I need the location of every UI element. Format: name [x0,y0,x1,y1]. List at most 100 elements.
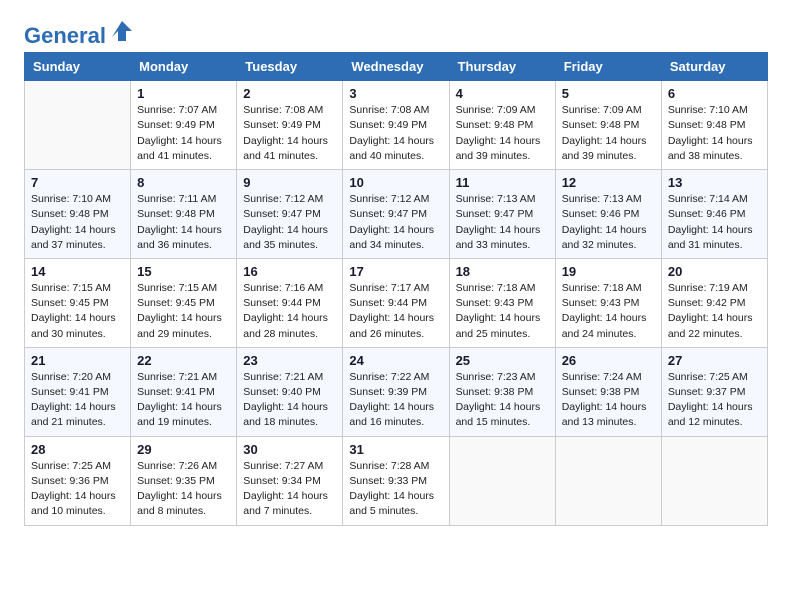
calendar-cell [25,81,131,170]
calendar-cell: 16 Sunrise: 7:16 AM Sunset: 9:44 PM Dayli… [237,258,343,347]
calendar-cell: 12 Sunrise: 7:13 AM Sunset: 9:46 PM Dayli… [555,170,661,259]
calendar-cell: 23 Sunrise: 7:21 AM Sunset: 9:40 PM Dayli… [237,347,343,436]
calendar-cell: 24 Sunrise: 7:22 AM Sunset: 9:39 PM Dayli… [343,347,449,436]
day-info: Sunrise: 7:13 AM Sunset: 9:46 PM Dayligh… [562,192,655,253]
day-number: 27 [668,353,761,368]
day-info: Sunrise: 7:19 AM Sunset: 9:42 PM Dayligh… [668,281,761,342]
weekday-header-saturday: Saturday [661,53,767,81]
day-info: Sunrise: 7:22 AM Sunset: 9:39 PM Dayligh… [349,370,442,431]
calendar-cell: 26Sunrise: 7:24 AM Sunset: 9:38 PM Dayli… [555,347,661,436]
day-number: 3 [349,86,442,101]
calendar-week-5: 28 Sunrise: 7:25 AM Sunset: 9:36 PM Dayli… [25,436,768,525]
calendar-week-4: 21 Sunrise: 7:20 AM Sunset: 9:41 PM Dayli… [25,347,768,436]
day-number: 30 [243,442,336,457]
calendar-cell: 9Sunrise: 7:12 AM Sunset: 9:47 PM Daylig… [237,170,343,259]
day-number: 17 [349,264,442,279]
day-number: 6 [668,86,761,101]
day-number: 25 [456,353,549,368]
day-info: Sunrise: 7:10 AM Sunset: 9:48 PM Dayligh… [31,192,124,253]
day-info: Sunrise: 7:15 AM Sunset: 9:45 PM Dayligh… [137,281,230,342]
calendar-cell: 8 Sunrise: 7:11 AM Sunset: 9:48 PM Daylig… [131,170,237,259]
day-number: 7 [31,175,124,190]
calendar-cell: 27 Sunrise: 7:25 AM Sunset: 9:37 PM Dayli… [661,347,767,436]
day-number: 12 [562,175,655,190]
calendar-cell: 30 Sunrise: 7:27 AM Sunset: 9:34 PM Dayli… [237,436,343,525]
day-number: 4 [456,86,549,101]
day-info: Sunrise: 7:14 AM Sunset: 9:46 PM Dayligh… [668,192,761,253]
day-info: Sunrise: 7:21 AM Sunset: 9:40 PM Dayligh… [243,370,336,431]
day-number: 13 [668,175,761,190]
day-info: Sunrise: 7:08 AM Sunset: 9:49 PM Dayligh… [349,103,442,164]
calendar-cell: 6Sunrise: 7:10 AM Sunset: 9:48 PM Daylig… [661,81,767,170]
day-info: Sunrise: 7:16 AM Sunset: 9:44 PM Dayligh… [243,281,336,342]
day-number: 15 [137,264,230,279]
calendar-cell [661,436,767,525]
calendar-week-2: 7 Sunrise: 7:10 AM Sunset: 9:48 PM Daylig… [25,170,768,259]
calendar-cell: 11 Sunrise: 7:13 AM Sunset: 9:47 PM Dayli… [449,170,555,259]
calendar-cell: 14 Sunrise: 7:15 AM Sunset: 9:45 PM Dayli… [25,258,131,347]
day-number: 14 [31,264,124,279]
calendar-cell: 7 Sunrise: 7:10 AM Sunset: 9:48 PM Daylig… [25,170,131,259]
weekday-header-monday: Monday [131,53,237,81]
calendar-cell: 3 Sunrise: 7:08 AM Sunset: 9:49 PM Daylig… [343,81,449,170]
day-info: Sunrise: 7:11 AM Sunset: 9:48 PM Dayligh… [137,192,230,253]
day-info: Sunrise: 7:15 AM Sunset: 9:45 PM Dayligh… [31,281,124,342]
day-number: 1 [137,86,230,101]
calendar-week-3: 14 Sunrise: 7:15 AM Sunset: 9:45 PM Dayli… [25,258,768,347]
calendar-cell: 25 Sunrise: 7:23 AM Sunset: 9:38 PM Dayli… [449,347,555,436]
calendar-cell: 2Sunrise: 7:08 AM Sunset: 9:49 PM Daylig… [237,81,343,170]
logo-icon [108,17,136,45]
day-number: 11 [456,175,549,190]
day-info: Sunrise: 7:07 AM Sunset: 9:49 PM Dayligh… [137,103,230,164]
page-header: General [24,20,768,44]
day-info: Sunrise: 7:25 AM Sunset: 9:37 PM Dayligh… [668,370,761,431]
calendar-cell: 17 Sunrise: 7:17 AM Sunset: 9:44 PM Dayli… [343,258,449,347]
day-info: Sunrise: 7:28 AM Sunset: 9:33 PM Dayligh… [349,459,442,520]
calendar-cell [449,436,555,525]
day-info: Sunrise: 7:23 AM Sunset: 9:38 PM Dayligh… [456,370,549,431]
calendar-cell: 28 Sunrise: 7:25 AM Sunset: 9:36 PM Dayli… [25,436,131,525]
day-number: 10 [349,175,442,190]
day-number: 16 [243,264,336,279]
calendar-cell: 1 Sunrise: 7:07 AM Sunset: 9:49 PM Daylig… [131,81,237,170]
day-info: Sunrise: 7:13 AM Sunset: 9:47 PM Dayligh… [456,192,549,253]
calendar-table: SundayMondayTuesdayWednesdayThursdayFrid… [24,52,768,525]
day-number: 22 [137,353,230,368]
day-info: Sunrise: 7:09 AM Sunset: 9:48 PM Dayligh… [562,103,655,164]
day-info: Sunrise: 7:08 AM Sunset: 9:49 PM Dayligh… [243,103,336,164]
calendar-cell: 29Sunrise: 7:26 AM Sunset: 9:35 PM Dayli… [131,436,237,525]
day-number: 19 [562,264,655,279]
calendar-cell: 18Sunrise: 7:18 AM Sunset: 9:43 PM Dayli… [449,258,555,347]
day-number: 28 [31,442,124,457]
day-info: Sunrise: 7:17 AM Sunset: 9:44 PM Dayligh… [349,281,442,342]
calendar-cell: 4 Sunrise: 7:09 AM Sunset: 9:48 PM Daylig… [449,81,555,170]
day-number: 20 [668,264,761,279]
day-number: 5 [562,86,655,101]
calendar-week-1: 1 Sunrise: 7:07 AM Sunset: 9:49 PM Daylig… [25,81,768,170]
day-number: 24 [349,353,442,368]
day-info: Sunrise: 7:27 AM Sunset: 9:34 PM Dayligh… [243,459,336,520]
logo-text: General [24,24,106,48]
calendar-cell: 5 Sunrise: 7:09 AM Sunset: 9:48 PM Daylig… [555,81,661,170]
day-number: 8 [137,175,230,190]
day-info: Sunrise: 7:24 AM Sunset: 9:38 PM Dayligh… [562,370,655,431]
weekday-header-friday: Friday [555,53,661,81]
day-info: Sunrise: 7:18 AM Sunset: 9:43 PM Dayligh… [562,281,655,342]
day-info: Sunrise: 7:12 AM Sunset: 9:47 PM Dayligh… [349,192,442,253]
day-number: 21 [31,353,124,368]
calendar-header-row: SundayMondayTuesdayWednesdayThursdayFrid… [25,53,768,81]
day-info: Sunrise: 7:25 AM Sunset: 9:36 PM Dayligh… [31,459,124,520]
day-number: 23 [243,353,336,368]
day-info: Sunrise: 7:12 AM Sunset: 9:47 PM Dayligh… [243,192,336,253]
calendar-cell: 19 Sunrise: 7:18 AM Sunset: 9:43 PM Dayli… [555,258,661,347]
calendar-cell: 22 Sunrise: 7:21 AM Sunset: 9:41 PM Dayli… [131,347,237,436]
day-info: Sunrise: 7:21 AM Sunset: 9:41 PM Dayligh… [137,370,230,431]
weekday-header-wednesday: Wednesday [343,53,449,81]
calendar-cell: 20 Sunrise: 7:19 AM Sunset: 9:42 PM Dayli… [661,258,767,347]
day-number: 18 [456,264,549,279]
logo: General [24,24,136,44]
day-number: 31 [349,442,442,457]
day-info: Sunrise: 7:20 AM Sunset: 9:41 PM Dayligh… [31,370,124,431]
day-info: Sunrise: 7:09 AM Sunset: 9:48 PM Dayligh… [456,103,549,164]
weekday-header-tuesday: Tuesday [237,53,343,81]
